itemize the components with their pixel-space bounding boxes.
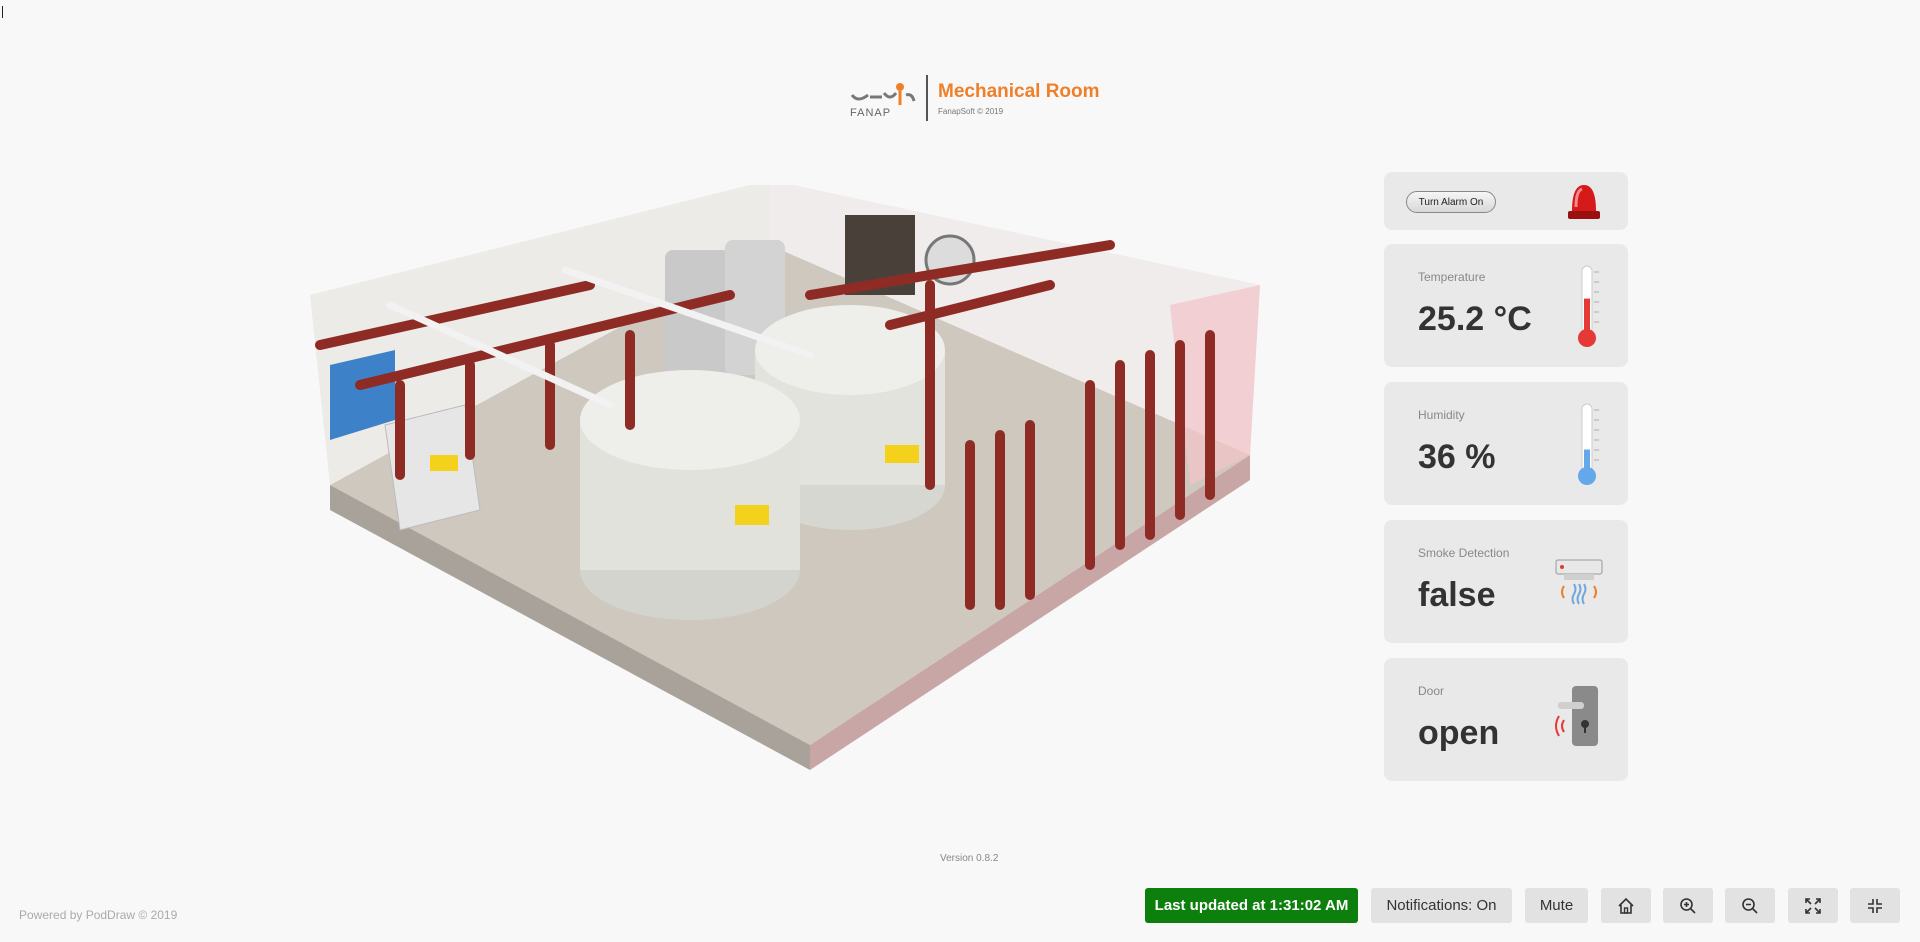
door-label: Door: [1418, 684, 1445, 698]
page-title: Mechanical Room: [938, 80, 1100, 102]
fanap-logo: FANAP: [848, 75, 918, 121]
version-label: Version 0.8.2: [940, 853, 999, 864]
mute-button[interactable]: Mute: [1525, 888, 1588, 923]
turn-alarm-on-button[interactable]: Turn Alarm On: [1406, 191, 1496, 213]
zoom-out-button[interactable]: [1725, 888, 1775, 923]
mechanical-room-scene[interactable]: [290, 185, 1270, 785]
temperature-label: Temperature: [1418, 270, 1486, 284]
smoke-detection-label: Smoke Detection: [1418, 546, 1510, 560]
zoom-out-icon: [1742, 897, 1758, 914]
temperature-value: 25.2 °C: [1418, 300, 1532, 338]
thermometer-icon: [1578, 265, 1599, 347]
home-icon: [1618, 897, 1634, 914]
door-card: Door open: [1384, 658, 1628, 781]
humidity-label: Humidity: [1418, 408, 1465, 422]
smoke-detection-value: false: [1418, 576, 1496, 614]
app-header: FANAP Mechanical Room FanapSoft © 2019: [848, 75, 1100, 121]
compress-icon: [1868, 898, 1882, 913]
humidity-value: 36 %: [1418, 438, 1496, 476]
zoom-in-icon: [1680, 897, 1696, 914]
alarm-card: Turn Alarm On: [1384, 172, 1628, 230]
zoom-in-button[interactable]: [1663, 888, 1713, 923]
exit-fullscreen-button[interactable]: [1850, 888, 1900, 923]
smoke-detection-card: Smoke Detection false: [1384, 520, 1628, 643]
siren-icon: [1568, 185, 1600, 219]
home-button[interactable]: [1601, 888, 1651, 923]
notifications-toggle-button[interactable]: Notifications: On: [1371, 888, 1512, 923]
door-value: open: [1418, 714, 1500, 752]
temperature-card: Temperature 25.2 °C: [1384, 244, 1628, 367]
humidity-card: Humidity 36 %: [1384, 382, 1628, 505]
header-divider: [926, 75, 928, 121]
last-updated-button[interactable]: Last updated at 1:31:02 AM: [1145, 888, 1358, 923]
page-subtitle: FanapSoft © 2019: [938, 106, 1004, 116]
fullscreen-button[interactable]: [1788, 888, 1838, 923]
powered-by-label: Powered by PodDraw © 2019: [19, 908, 178, 922]
thermometer-icon: [1578, 403, 1599, 485]
logo-text: FANAP: [850, 107, 892, 119]
door-lock-icon: [1555, 686, 1598, 746]
text-cursor: [2, 6, 3, 18]
smoke-detector-icon: [1555, 559, 1603, 605]
expand-icon: [1805, 897, 1821, 914]
